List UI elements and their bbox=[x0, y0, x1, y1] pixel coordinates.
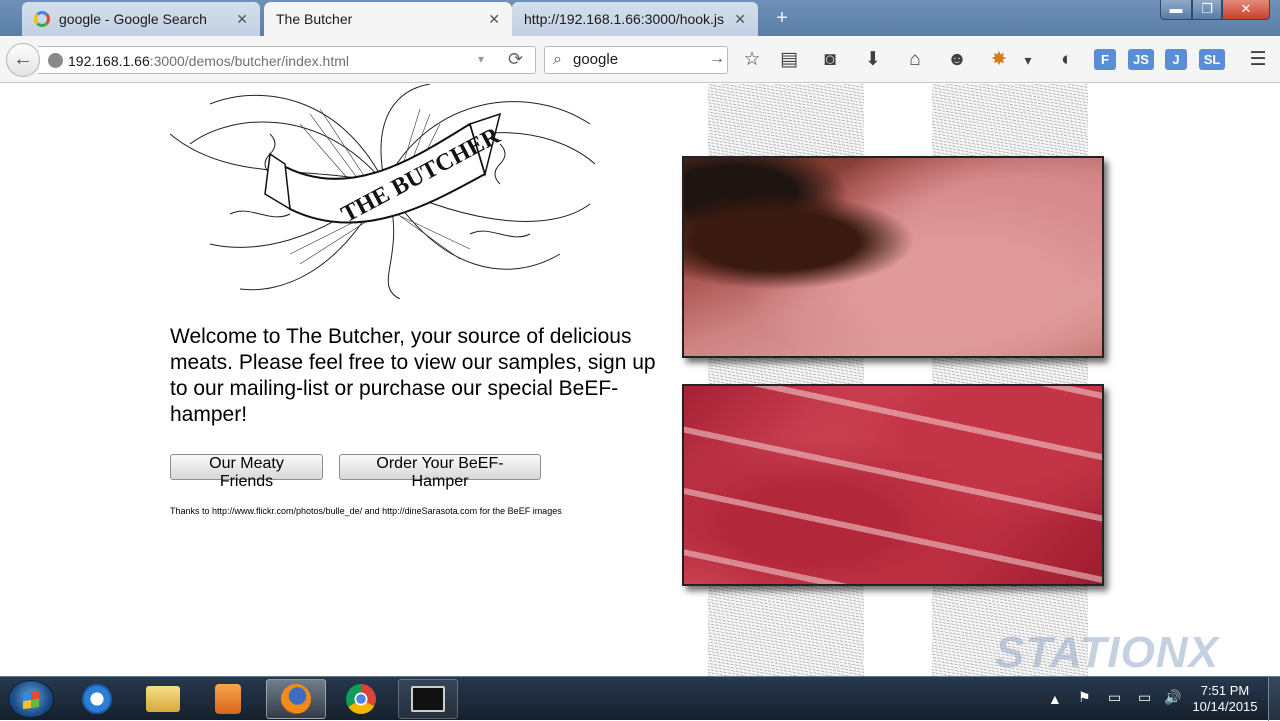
taskbar-media-player[interactable] bbox=[199, 679, 257, 719]
url-path: :3000/demos/butcher/index.html bbox=[149, 53, 349, 69]
close-window-button[interactable]: ✕ bbox=[1222, 0, 1270, 20]
js-addon-icon[interactable]: JS bbox=[1128, 49, 1154, 70]
taskbar-firefox[interactable] bbox=[266, 679, 326, 719]
chrome-icon bbox=[346, 684, 376, 714]
search-icon[interactable]: ⌕ bbox=[553, 51, 562, 69]
url-host: 192.168.1.66 bbox=[68, 53, 150, 69]
start-button[interactable] bbox=[8, 680, 54, 718]
navigation-toolbar: 192.168.1.66:3000/demos/butcher/index.ht… bbox=[0, 36, 1280, 83]
new-tab-button[interactable]: + bbox=[770, 4, 794, 32]
sl-addon-icon[interactable]: SL bbox=[1199, 49, 1225, 70]
theme-palette-icon[interactable]: ◐ bbox=[1055, 47, 1079, 73]
tab-hook-js[interactable]: http://192.168.1.66:3000/hook.js ✕ bbox=[512, 2, 758, 36]
raw-beef-photo bbox=[682, 384, 1104, 586]
extension-dropdown-icon[interactable]: ▾ bbox=[1018, 47, 1038, 73]
extension-icon[interactable]: ✸ bbox=[987, 47, 1011, 73]
download-icon[interactable]: ⬇ bbox=[861, 47, 885, 73]
system-clock[interactable]: 7:51 PM 10/14/2015 bbox=[1180, 683, 1270, 715]
reading-list-icon[interactable]: ▤ bbox=[777, 47, 801, 73]
show-hidden-icons-arrow[interactable]: ▲ bbox=[1048, 691, 1062, 707]
maximize-button[interactable]: ❐ bbox=[1192, 0, 1222, 20]
globe-icon[interactable] bbox=[48, 53, 63, 68]
windows-taskbar: ▲ ⚑ ▭ ▭ 🔊 7:51 PM 10/14/2015 bbox=[0, 676, 1280, 721]
taskbar-file-explorer[interactable] bbox=[134, 679, 192, 719]
url-history-dropdown-icon[interactable]: ▾ bbox=[478, 52, 484, 66]
taskbar-command-prompt[interactable] bbox=[398, 679, 458, 719]
tab-label: The Butcher bbox=[276, 11, 353, 27]
f-addon-icon[interactable]: F bbox=[1094, 49, 1116, 70]
welcome-paragraph: Welcome to The Butcher, your source of d… bbox=[170, 325, 656, 426]
minimize-button[interactable]: ▬ bbox=[1160, 0, 1192, 20]
pocket-icon[interactable]: ◙ bbox=[818, 47, 842, 73]
tab-label: google - Google Search bbox=[59, 11, 207, 27]
home-icon[interactable]: ⌂ bbox=[903, 47, 927, 73]
folder-icon bbox=[146, 686, 180, 712]
taskbar-internet-explorer[interactable] bbox=[68, 679, 126, 719]
google-icon bbox=[34, 11, 50, 27]
reload-icon[interactable]: ⟳ bbox=[508, 49, 523, 70]
hello-chat-icon[interactable]: ☻ bbox=[945, 47, 969, 73]
media-player-icon bbox=[215, 684, 241, 714]
bookmark-star-icon[interactable]: ☆ bbox=[740, 47, 764, 73]
tab-label: http://192.168.1.66:3000/hook.js bbox=[524, 11, 725, 27]
back-button[interactable]: ← bbox=[6, 43, 40, 77]
internet-explorer-icon bbox=[82, 684, 112, 714]
roast-beef-photo bbox=[682, 156, 1104, 358]
menu-icon[interactable]: ☰ bbox=[1245, 47, 1271, 73]
tab-the-butcher[interactable]: The Butcher ✕ bbox=[264, 2, 512, 36]
firefox-icon bbox=[281, 684, 311, 714]
close-tab-icon[interactable]: ✕ bbox=[734, 11, 746, 28]
search-go-icon[interactable]: → bbox=[709, 50, 725, 68]
our-meaty-friends-button[interactable]: Our Meaty Friends bbox=[170, 454, 323, 490]
taskbar-chrome[interactable] bbox=[332, 679, 390, 719]
j-addon-icon[interactable]: J bbox=[1165, 49, 1187, 70]
browser-titlebar: google - Google Search ✕ The Butcher ✕ h… bbox=[0, 0, 1280, 36]
order-beef-hamper-button[interactable]: Order Your BeEF-Hamper bbox=[339, 454, 541, 490]
url-text[interactable]: 192.168.1.66:3000/demos/butcher/index.ht… bbox=[68, 53, 349, 69]
image-credits: Thanks to http://www.flickr.com/photos/b… bbox=[170, 506, 562, 516]
network-icon[interactable]: ▭ bbox=[1108, 689, 1121, 706]
close-tab-icon[interactable]: ✕ bbox=[236, 11, 248, 28]
web-page-content: THE BUTCHER Welcome to The Butcher, your… bbox=[0, 84, 1280, 676]
search-input[interactable] bbox=[573, 51, 703, 68]
show-desktop-button[interactable] bbox=[1268, 677, 1280, 721]
network-monitor-icon[interactable]: ▭ bbox=[1138, 689, 1151, 706]
close-tab-icon[interactable]: ✕ bbox=[488, 11, 500, 28]
clock-date: 10/14/2015 bbox=[1192, 699, 1258, 714]
search-bar[interactable]: ⌕ → bbox=[544, 46, 728, 74]
volume-icon[interactable]: 🔊 bbox=[1164, 689, 1181, 706]
back-arrow-icon: ← bbox=[13, 48, 33, 70]
clock-time: 7:51 PM bbox=[1200, 683, 1250, 698]
url-bar[interactable]: 192.168.1.66:3000/demos/butcher/index.ht… bbox=[38, 46, 536, 74]
butcher-logo: THE BUTCHER bbox=[170, 84, 596, 299]
action-center-flag-icon[interactable]: ⚑ bbox=[1078, 689, 1091, 706]
tab-google-search[interactable]: google - Google Search ✕ bbox=[22, 2, 260, 36]
command-prompt-icon bbox=[411, 686, 445, 712]
